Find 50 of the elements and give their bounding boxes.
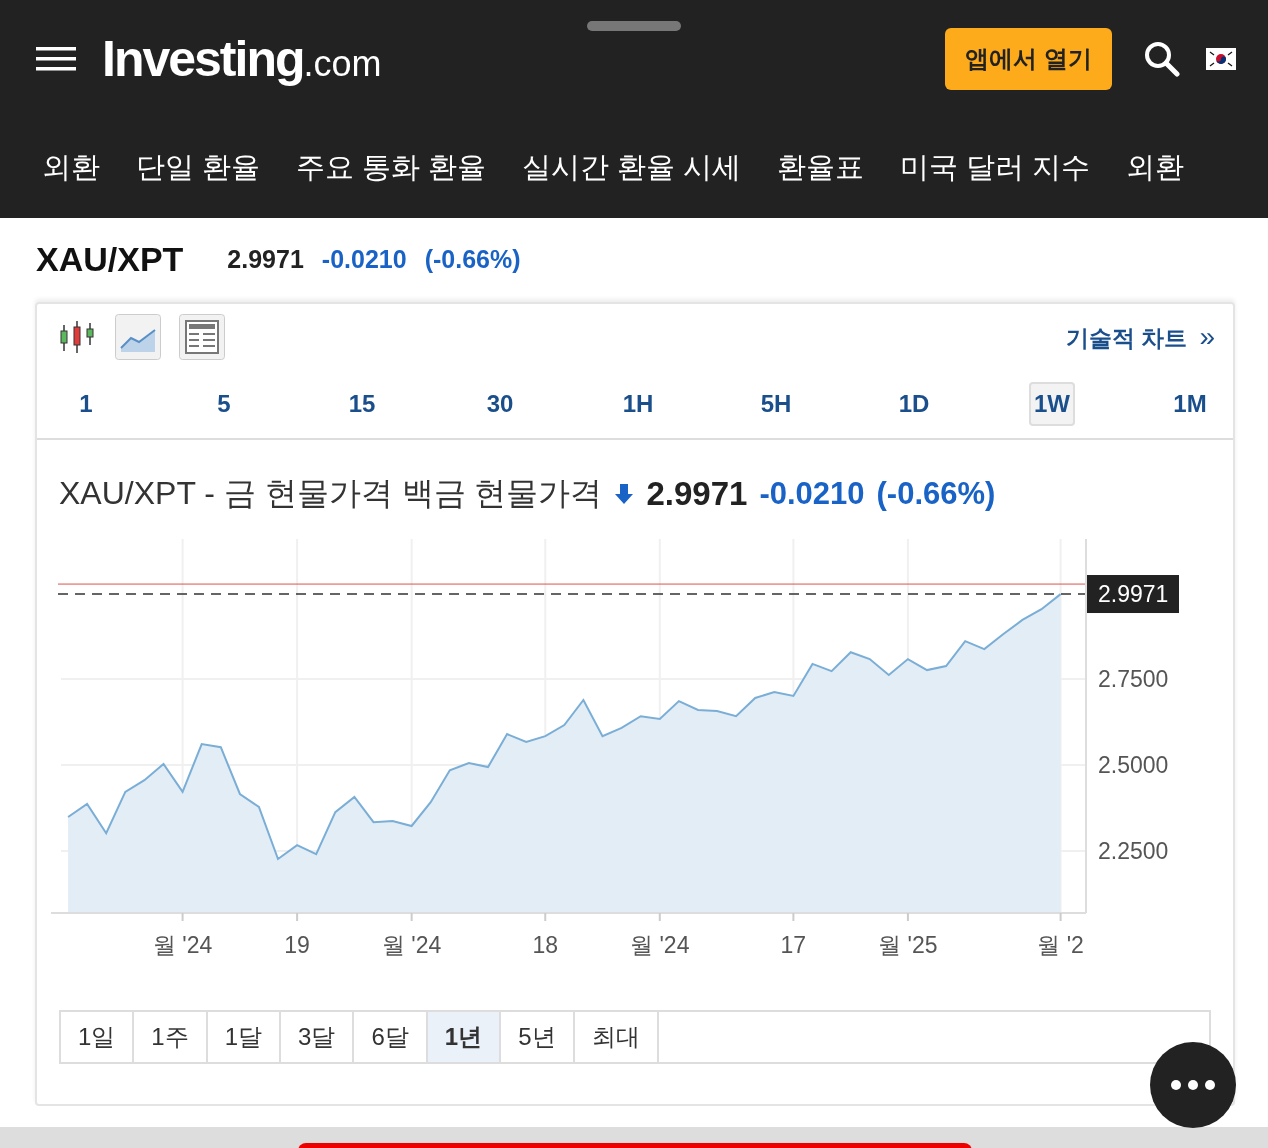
down-arrow-icon bbox=[614, 482, 635, 506]
more-icon bbox=[1171, 1080, 1215, 1090]
interval-tab[interactable]: 1 bbox=[63, 382, 109, 426]
y-axis-label: 2.7500 bbox=[1098, 666, 1169, 693]
interval-tab[interactable]: 5 bbox=[201, 382, 247, 426]
menu-icon[interactable] bbox=[36, 47, 76, 71]
change-percent: (-0.66%) bbox=[424, 244, 521, 274]
candlestick-icon[interactable] bbox=[59, 319, 97, 355]
ref-line-label: 2.9971 bbox=[1098, 581, 1169, 608]
y-axis-label: 2.5000 bbox=[1098, 752, 1169, 779]
x-axis-label: 월 '2 bbox=[1037, 932, 1084, 958]
search-icon[interactable] bbox=[1144, 41, 1180, 77]
nav-link[interactable]: 환율표 bbox=[777, 148, 865, 188]
x-axis-label: 월 '24 bbox=[381, 932, 442, 958]
interval-tab[interactable]: 15 bbox=[339, 382, 385, 426]
x-axis-label: 월 '25 bbox=[878, 932, 938, 958]
x-axis-label: 18 bbox=[532, 932, 559, 958]
nav-link[interactable]: 실시간 환율 시세 bbox=[522, 148, 742, 188]
change-value: -0.0210 bbox=[759, 476, 865, 512]
interval-tab[interactable]: 5H bbox=[753, 382, 799, 426]
area-chart-icon[interactable] bbox=[115, 314, 161, 360]
change-value: -0.0210 bbox=[321, 244, 407, 274]
table-icon[interactable] bbox=[179, 314, 225, 360]
interval-tab[interactable]: 1D bbox=[891, 382, 937, 426]
symbol-title: XAU/XPT bbox=[36, 239, 184, 279]
nav-link[interactable]: 단일 환율 bbox=[136, 148, 261, 188]
price-value: 2.9971 bbox=[646, 475, 748, 513]
interval-tab[interactable]: 1H bbox=[615, 382, 661, 426]
interval-tab[interactable]: 30 bbox=[477, 382, 523, 426]
open-app-button[interactable]: 앱에서 열기 bbox=[945, 28, 1112, 90]
interval-tab[interactable]: 1M bbox=[1167, 382, 1213, 426]
nav-link[interactable]: 미국 달러 지수 bbox=[900, 148, 1091, 188]
technical-chart-link[interactable]: 기술적 차트 » bbox=[1065, 320, 1215, 354]
price-value: 2.9971 bbox=[227, 244, 304, 274]
logo[interactable]: Investing.com bbox=[102, 30, 382, 88]
nav-link[interactable]: 외환 bbox=[1126, 148, 1185, 188]
flag-icon[interactable] bbox=[1206, 48, 1236, 70]
nav-link[interactable]: 외환 bbox=[42, 148, 100, 188]
y-axis-label: 2.2500 bbox=[1098, 838, 1169, 865]
x-axis-label: 17 bbox=[780, 932, 807, 958]
nav-link[interactable]: 주요 통화 환율 bbox=[296, 148, 487, 188]
price-label: 2.9971 bbox=[1087, 575, 1179, 613]
chart-title: XAU/XPT - 금 현물가격 백금 현물가격 bbox=[59, 474, 603, 513]
interval-tab[interactable]: 1W bbox=[1029, 382, 1075, 426]
change-percent: (-0.66%) bbox=[876, 476, 996, 512]
x-axis-label: 19 bbox=[284, 932, 310, 958]
x-axis-label: 월 '24 bbox=[152, 932, 213, 958]
range-tab[interactable]: 1년 bbox=[427, 1012, 502, 1062]
drag-handle[interactable] bbox=[587, 21, 681, 31]
x-axis-label: 월 '24 bbox=[630, 932, 690, 958]
